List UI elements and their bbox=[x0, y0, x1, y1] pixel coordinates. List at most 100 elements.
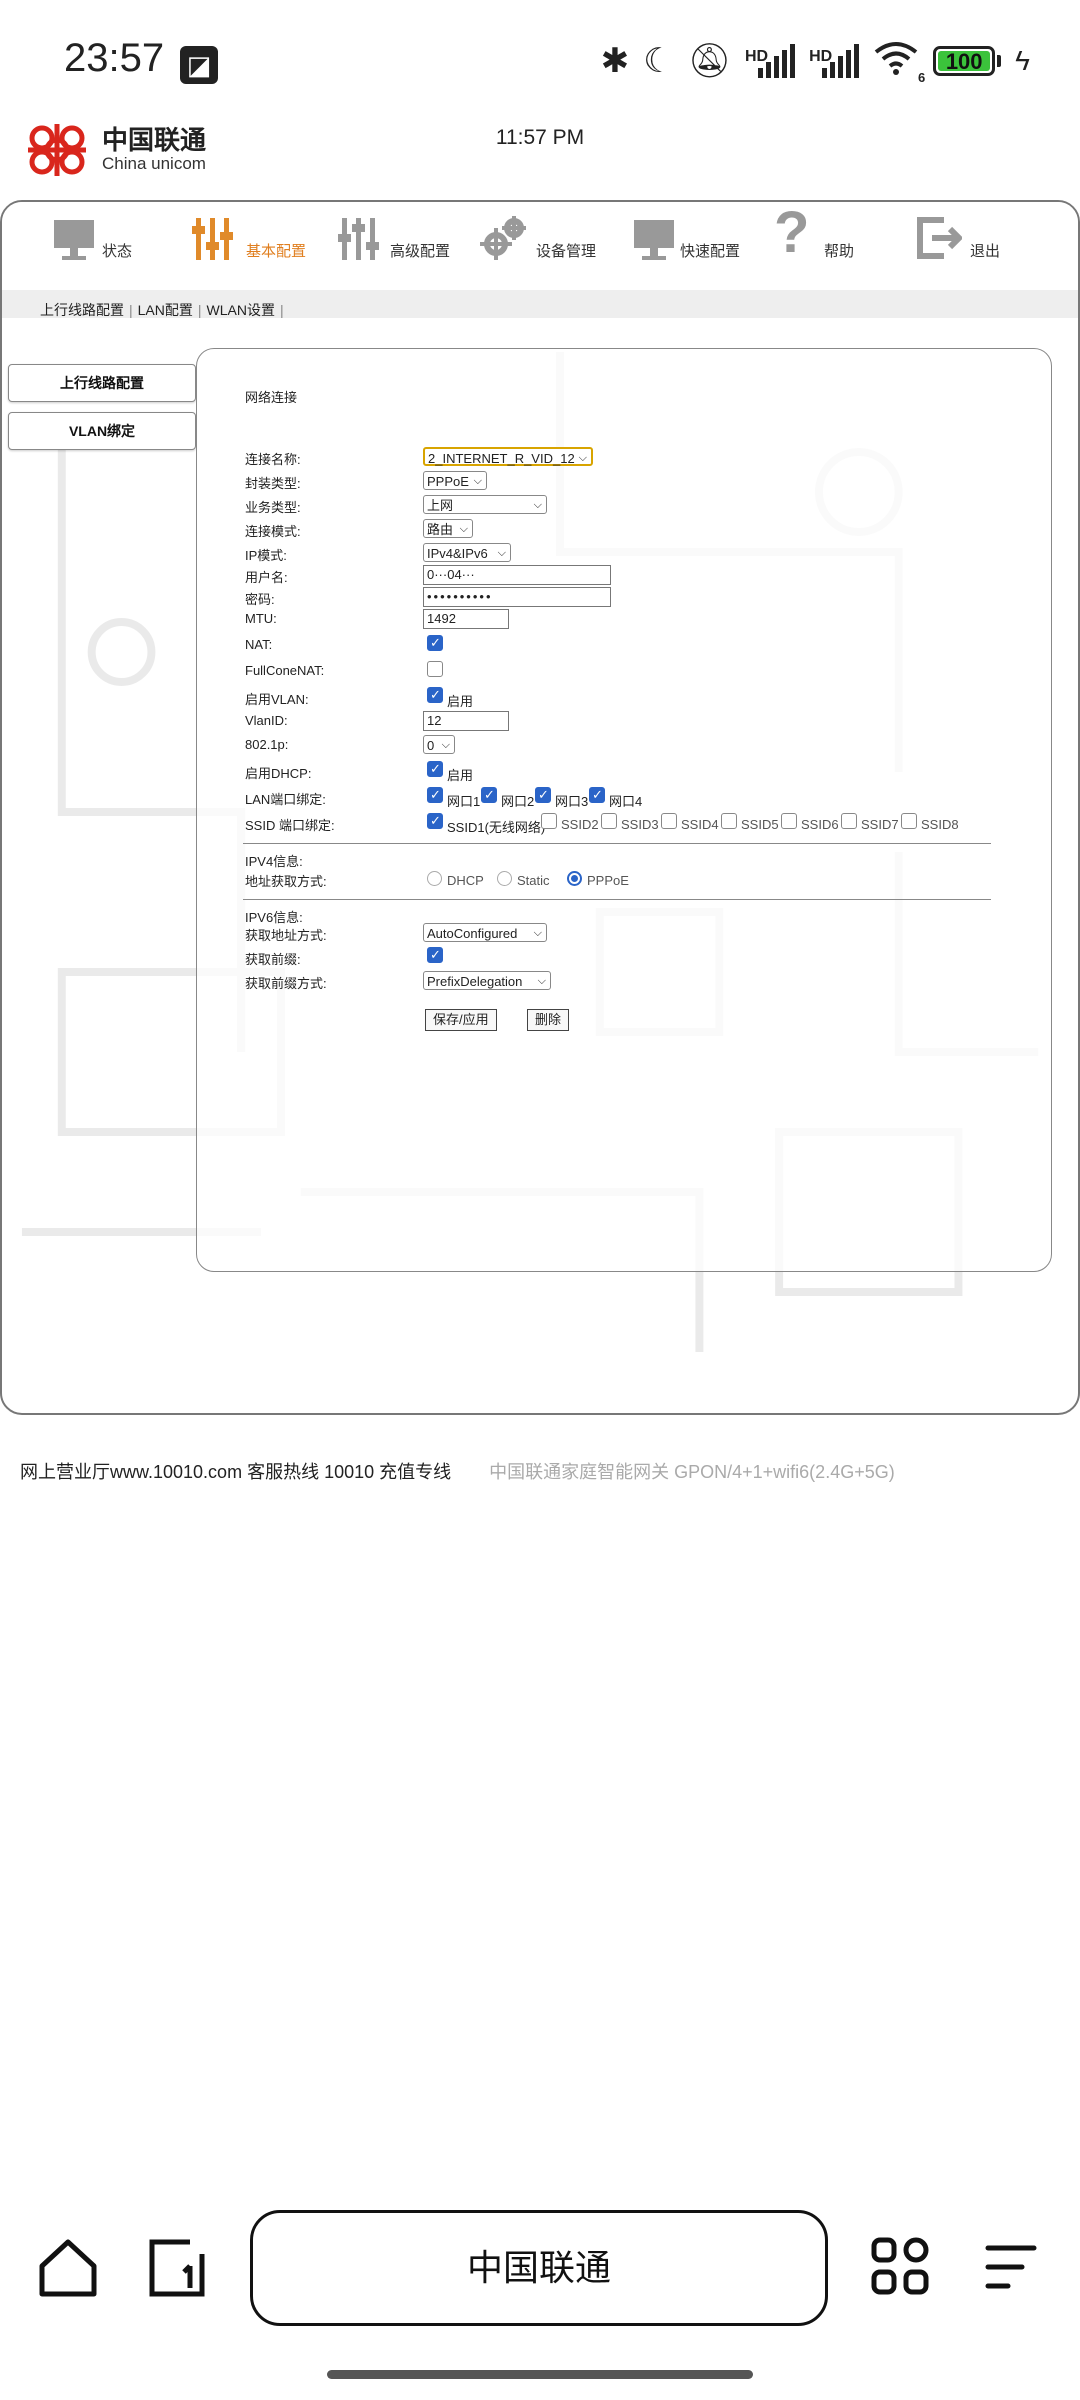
address-bar[interactable]: 中国联通 bbox=[250, 2210, 828, 2326]
subnav-uplink-config[interactable]: 上行线路配置 bbox=[40, 302, 124, 318]
question-icon: ? bbox=[774, 200, 810, 265]
ipv4-static-radio[interactable] bbox=[497, 871, 512, 886]
status-bar: 23:57 ◪ ✱ ☾ 🔕︎ HD HD 6 100 ϟ bbox=[0, 0, 1080, 120]
nav-help[interactable]: ? 帮助 bbox=[774, 202, 874, 290]
ssid3-label: SSID3 bbox=[621, 817, 659, 832]
ipv4-static-label: Static bbox=[517, 873, 550, 888]
subnav-wlan-settings[interactable]: WLAN设置 bbox=[207, 302, 275, 318]
service-select[interactable]: 上网 ⌵ bbox=[423, 495, 547, 514]
ssid3-checkbox[interactable] bbox=[601, 813, 617, 829]
fullcone-checkbox[interactable] bbox=[427, 661, 443, 677]
nav-basic-config[interactable]: 基本配置 bbox=[192, 202, 312, 290]
ssid2-checkbox[interactable] bbox=[541, 813, 557, 829]
browser-bottom-bar: 中国联通 bbox=[0, 2200, 1080, 2340]
vlan-id-input[interactable]: 12 bbox=[423, 711, 509, 731]
ip-mode-label: IP模式: bbox=[245, 548, 287, 563]
lan-port-4-label: 网口4 bbox=[609, 794, 643, 809]
monitor-icon bbox=[634, 220, 674, 260]
sidebar-vlan-binding-button[interactable]: VLAN绑定 bbox=[8, 412, 196, 450]
ssid1-checkbox[interactable] bbox=[427, 813, 443, 829]
ipv6-addr-select[interactable]: AutoConfigured ⌵ bbox=[423, 923, 547, 942]
lan-port-3-checkbox[interactable] bbox=[535, 787, 551, 803]
nav-status[interactable]: 状态 bbox=[52, 202, 142, 290]
ssid8-label: SSID8 bbox=[921, 817, 959, 832]
mtu-input[interactable]: 1492 bbox=[423, 609, 509, 629]
nat-checkbox[interactable] bbox=[427, 635, 443, 651]
home-icon[interactable] bbox=[36, 2236, 100, 2300]
lan-port-4-checkbox[interactable] bbox=[589, 787, 605, 803]
ip-mode-select[interactable]: IPv4&IPv6 ⌵ bbox=[423, 543, 511, 562]
ssid5-checkbox[interactable] bbox=[721, 813, 737, 829]
ssid4-checkbox[interactable] bbox=[661, 813, 677, 829]
nav-advanced-config[interactable]: 高级配置 bbox=[338, 202, 458, 290]
ipv6-prefix-mode-select[interactable]: PrefixDelegation ⌵ bbox=[423, 971, 551, 990]
username-input[interactable]: 0···04··· bbox=[423, 565, 611, 585]
nav-logout[interactable]: 退出 bbox=[916, 202, 1026, 290]
footer-links[interactable]: 网上营业厅www.10010.com 客服热线 10010 充值专线 bbox=[20, 1462, 451, 1482]
status-icons: ✱ ☾ 🔕︎ HD HD 6 100 ϟ bbox=[600, 40, 1030, 86]
monitor-icon bbox=[54, 220, 94, 260]
subnav-lan-config[interactable]: LAN配置 bbox=[138, 302, 193, 318]
fullcone-label: FullConeNAT: bbox=[245, 663, 325, 678]
ssid6-checkbox[interactable] bbox=[781, 813, 797, 829]
ipv4-dhcp-label: DHCP bbox=[447, 873, 484, 888]
lan-port-2-label: 网口2 bbox=[501, 794, 535, 809]
sidebar-uplink-config-button[interactable]: 上行线路配置 bbox=[8, 364, 196, 402]
lan-port-1-label: 网口1 bbox=[447, 794, 481, 809]
vlan-enable-label: 启用VLAN: bbox=[245, 692, 309, 707]
tabs-icon[interactable] bbox=[146, 2236, 208, 2300]
moon-icon: ☾ bbox=[643, 41, 674, 80]
footer-device-info: 中国联通家庭智能网关 GPON/4+1+wifi6(2.4G+5G) bbox=[489, 1462, 895, 1482]
vlan-enable-checkbox[interactable] bbox=[427, 687, 443, 703]
ssid8-checkbox[interactable] bbox=[901, 813, 917, 829]
chevron-down-icon: ⌵ bbox=[537, 975, 546, 987]
vlan-id-label: VlanID: bbox=[245, 713, 288, 728]
ssid7-checkbox[interactable] bbox=[841, 813, 857, 829]
ipv6-prefix-checkbox[interactable] bbox=[427, 947, 443, 963]
ssid-bind-label: SSID 端口绑定: bbox=[245, 818, 335, 833]
service-label: 业务类型: bbox=[245, 500, 301, 515]
nat-label: NAT: bbox=[245, 637, 273, 652]
conn-name-select[interactable]: 2_INTERNET_R_VID_12 ⌵ bbox=[423, 447, 593, 466]
mute-bell-icon: 🔕︎ bbox=[687, 41, 731, 80]
ipv4-pppoe-label: PPPoE bbox=[587, 873, 629, 888]
apps-grid-icon[interactable] bbox=[870, 2236, 930, 2296]
bluetooth-icon: ✱ bbox=[600, 41, 630, 80]
signal-hd-icon: HD bbox=[809, 43, 860, 78]
notification-app-icon: ◪ bbox=[180, 46, 218, 84]
top-nav: 状态 基本配置 高级配置 设备管理 快速配置 ? 帮助 退出 bbox=[2, 202, 1078, 290]
save-apply-button[interactable]: 保存/应用 bbox=[425, 1009, 497, 1031]
dot1p-select[interactable]: 0 ⌵ bbox=[423, 735, 455, 754]
battery-level: 100 bbox=[938, 50, 991, 72]
sliders-advanced-icon bbox=[338, 218, 379, 260]
conn-mode-select[interactable]: 路由 ⌵ bbox=[423, 519, 473, 538]
username-label: 用户名: bbox=[245, 570, 288, 585]
gears-icon bbox=[480, 216, 526, 260]
ipv4-dhcp-radio[interactable] bbox=[427, 871, 442, 886]
encap-select[interactable]: PPPoE ⌵ bbox=[423, 471, 487, 490]
delete-button[interactable]: 删除 bbox=[527, 1009, 570, 1031]
network-connection-form: 网络连接 连接名称: 2_INTERNET_R_VID_12 ⌵ 封装类型: PP… bbox=[196, 348, 1052, 1272]
chevron-down-icon: ⌵ bbox=[578, 452, 587, 464]
gesture-home-bar[interactable] bbox=[327, 2370, 753, 2379]
dhcp-enable-checkbox[interactable] bbox=[427, 761, 443, 777]
lan-port-3-label: 网口3 bbox=[555, 794, 589, 809]
lan-port-2-checkbox[interactable] bbox=[481, 787, 497, 803]
ssid6-label: SSID6 bbox=[801, 817, 839, 832]
menu-icon[interactable] bbox=[984, 2242, 1038, 2292]
exit-icon bbox=[917, 217, 962, 259]
dhcp-enable-label: 启用DHCP: bbox=[245, 766, 312, 781]
ipv4-pppoe-radio[interactable] bbox=[567, 871, 582, 886]
battery-icon: 100 bbox=[933, 45, 1002, 76]
password-input[interactable]: •••••••••• bbox=[423, 587, 611, 607]
nav-quick-config[interactable]: 快速配置 bbox=[632, 202, 752, 290]
conn-mode-label: 连接模式: bbox=[245, 524, 301, 539]
nav-device-management[interactable]: 设备管理 bbox=[480, 202, 610, 290]
dot1p-label: 802.1p: bbox=[245, 737, 289, 752]
dhcp-enable-text: 启用 bbox=[447, 768, 474, 783]
ipv6-prefix-mode-label: 获取前缀方式: bbox=[245, 976, 327, 991]
lan-port-1-checkbox[interactable] bbox=[427, 787, 443, 803]
ssid1-label: SSID1(无线网络) bbox=[447, 820, 546, 835]
ipv4-title: IPV4信息: bbox=[245, 854, 303, 869]
sub-nav: 上行线路配置 | LAN配置 | WLAN设置 | bbox=[2, 290, 1078, 318]
